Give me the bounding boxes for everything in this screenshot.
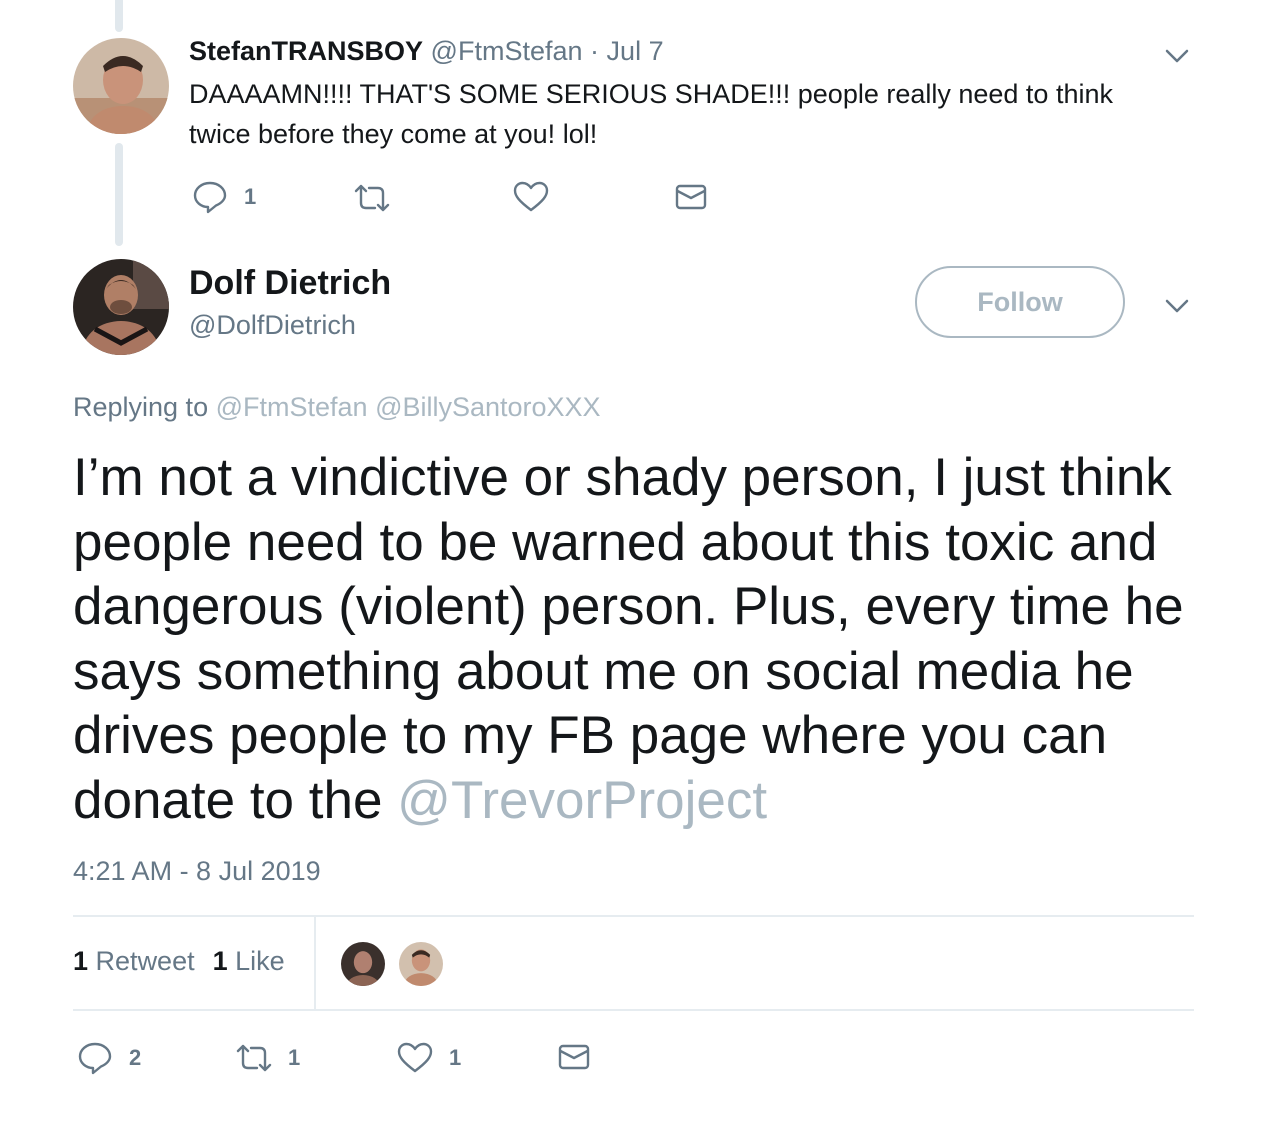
likes-stat[interactable]: 1 Like	[213, 946, 285, 976]
reply-menu-chevron-down-icon[interactable]	[1163, 42, 1191, 70]
envelope-icon	[558, 1044, 590, 1070]
avatar-image	[73, 259, 169, 355]
liker-avatar[interactable]	[397, 940, 445, 988]
main-action-reply-button[interactable]: 2	[77, 1041, 141, 1075]
reply-action-like-button[interactable]	[513, 181, 549, 213]
main-action-retweet-button[interactable]: 1	[236, 1043, 300, 1073]
retweet-icon	[236, 1044, 272, 1072]
thread-line	[115, 0, 123, 32]
main-author-name[interactable]: Dolf Dietrich	[189, 264, 391, 303]
reply-bubble-icon	[78, 1042, 112, 1075]
reply-author-name[interactable]: StefanTRANSBOY	[189, 36, 423, 66]
engagement-stats: 1 Retweet 1 Like	[73, 946, 285, 977]
heart-icon	[513, 181, 549, 212]
reply-action-retweet-button[interactable]	[354, 183, 390, 213]
main-like-count: 1	[449, 1045, 462, 1070]
tweet-timestamp[interactable]: 4:21 AM - 8 Jul 2019	[73, 856, 321, 887]
reply-text: DAAAAMN!!!! THAT'S SOME SERIOUS SHADE!!!…	[189, 79, 1113, 149]
retweet-icon	[354, 184, 390, 212]
thread-line	[115, 143, 123, 246]
main-reply-count: 2	[129, 1045, 142, 1070]
reply-header: StefanTRANSBOY @FtmStefan · Jul 7	[189, 36, 664, 67]
reply-author-avatar[interactable]	[73, 38, 169, 134]
avatar-image	[73, 38, 169, 134]
reply-date[interactable]: Jul 7	[607, 36, 664, 66]
replying-to: Replying to @FtmStefan @BillySantoroXXX	[73, 392, 601, 423]
main-action-like-button[interactable]: 1	[397, 1042, 461, 1074]
retweet-total: 1	[73, 946, 89, 976]
main-retweet-count: 1	[288, 1045, 301, 1070]
like-total: 1	[212, 946, 228, 976]
replying-to-label: Replying to	[73, 392, 209, 422]
main-author-handle[interactable]: @DolfDietrich	[189, 310, 356, 341]
main-action-dm-button[interactable]	[558, 1043, 590, 1071]
replying-to-mentions[interactable]: @FtmStefan @BillySantoroXXX	[216, 392, 601, 422]
avatar-image	[341, 942, 385, 986]
divider	[314, 916, 316, 1010]
reply-action-dm-button[interactable]	[675, 183, 707, 211]
divider	[73, 1009, 1194, 1011]
retweets-stat[interactable]: 1 Retweet	[73, 946, 195, 976]
divider	[73, 915, 1194, 917]
reply-author-handle[interactable]: @FtmStefan	[431, 36, 583, 66]
avatar-image	[399, 942, 443, 986]
liker-avatar[interactable]	[339, 940, 387, 988]
like-stat-label: Like	[235, 946, 285, 976]
envelope-icon	[675, 184, 707, 210]
tweet-text: I’m not a vindictive or shady person, I …	[73, 446, 1213, 833]
main-author-avatar[interactable]	[73, 259, 169, 355]
reply-count: 1	[244, 184, 257, 209]
retweet-stat-label: Retweet	[95, 946, 195, 976]
reply-bubble-icon	[193, 181, 227, 214]
main-menu-chevron-down-icon[interactable]	[1163, 292, 1191, 320]
reply-action-reply-button[interactable]: 1	[192, 180, 256, 214]
follow-button[interactable]: Follow	[915, 266, 1125, 338]
header-separator: ·	[590, 36, 600, 66]
heart-icon	[397, 1042, 433, 1073]
mention-link[interactable]: @TrevorProject	[397, 771, 767, 830]
